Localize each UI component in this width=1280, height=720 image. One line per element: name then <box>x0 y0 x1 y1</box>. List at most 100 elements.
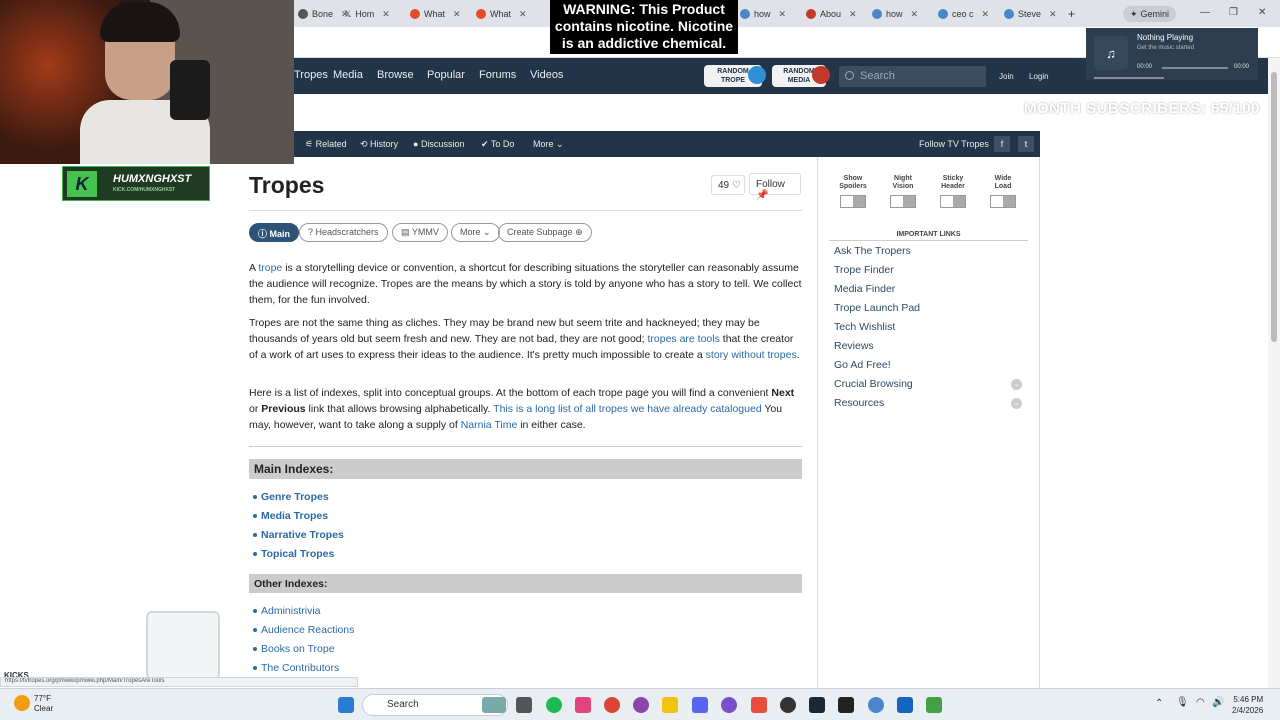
nav-tropes[interactable]: Tropes <box>294 69 328 81</box>
chrome-icon[interactable] <box>868 697 884 713</box>
browser-tab[interactable]: ceo c ✕ <box>934 4 993 24</box>
close-icon[interactable]: ✕ <box>453 9 461 20</box>
weather-widget[interactable]: 77°F Clear <box>34 694 53 714</box>
create-subpage-button[interactable]: Create Subpage ⊕ <box>498 223 592 242</box>
close-icon[interactable]: ✕ <box>519 9 527 20</box>
terminal-icon[interactable] <box>838 697 854 713</box>
browser-tab[interactable]: What ✕ <box>406 4 465 24</box>
close-icon[interactable]: ✕ <box>779 9 787 20</box>
close-icon[interactable]: ✕ <box>849 9 857 20</box>
list-item[interactable]: Topical Tropes <box>253 548 334 560</box>
follow-page-button[interactable]: Follow 📌 <box>749 173 801 201</box>
close-icon[interactable]: ✕ <box>382 9 390 20</box>
chrome-icon[interactable] <box>604 697 620 713</box>
trope-link[interactable]: trope <box>258 262 282 274</box>
spotify-icon[interactable] <box>546 697 562 713</box>
sidebar-link-reviews[interactable]: Reviews <box>834 340 874 352</box>
gemini-button[interactable]: ✦ Gemini <box>1123 6 1177 22</box>
twitter-icon[interactable]: t <box>1018 136 1034 152</box>
list-item[interactable]: Narrative Tropes <box>253 529 344 541</box>
clock[interactable]: 5:46 PM 2/4/2026 <box>1232 694 1263 716</box>
tab-ymmv[interactable]: ▤ YMMV <box>392 223 448 242</box>
nav-browse[interactable]: Browse <box>377 69 414 81</box>
task-view-icon[interactable] <box>516 697 532 713</box>
sidebar-link-tech-wishlist[interactable]: Tech Wishlist <box>834 321 895 333</box>
sidebar-link-media-finder[interactable]: Media Finder <box>834 283 895 295</box>
list-item[interactable]: Audience Reactions <box>253 624 354 636</box>
close-icon[interactable]: ✕ <box>982 9 990 20</box>
app-icon[interactable] <box>721 697 737 713</box>
close-icon[interactable]: ✕ <box>911 9 919 20</box>
app-icon[interactable] <box>633 697 649 713</box>
sidebar-link-ask-the-tropers[interactable]: Ask The Tropers <box>834 245 911 257</box>
tropes-are-tools-link[interactable]: tropes are tools <box>647 333 719 345</box>
browser-tab[interactable]: What ✕ <box>472 4 531 24</box>
folder-icon[interactable] <box>662 697 678 713</box>
music-icon[interactable] <box>575 697 591 713</box>
nav-forums[interactable]: Forums <box>479 69 516 81</box>
chevron-up-icon[interactable]: ⌃ <box>1155 698 1163 709</box>
related-button[interactable]: ⚟ Related <box>305 139 347 150</box>
join-link[interactable]: Join <box>999 72 1014 81</box>
narnia-time-link[interactable]: Narnia Time <box>461 419 518 431</box>
app-icon[interactable] <box>780 697 796 713</box>
scrollbar[interactable] <box>1268 58 1280 688</box>
close-icon[interactable]: ✕ <box>1049 9 1057 20</box>
story-without-tropes-link[interactable]: story without tropes <box>706 349 797 361</box>
sidebar-link-go-ad-free[interactable]: Go Ad Free! <box>834 359 891 371</box>
browser-tab[interactable]: Abou ✕ <box>802 4 861 24</box>
browser-tab[interactable]: 𝕏 Hom ✕ <box>340 4 394 24</box>
scrollbar-thumb[interactable] <box>1271 72 1277 342</box>
toggle-wide-load[interactable]: Wide Load <box>988 175 1018 208</box>
maximize-icon[interactable]: ❐ <box>1229 7 1238 18</box>
sidebar-link-resources[interactable]: Resources <box>834 397 884 409</box>
plus-circle-icon: ⊕ <box>575 227 583 237</box>
tab-headscratchers[interactable]: ? Headscratchers <box>299 223 388 242</box>
list-item[interactable]: The Contributors <box>253 662 339 674</box>
site-search-input[interactable]: Search <box>839 66 986 87</box>
random-media-button[interactable]: RANDOM MEDIA <box>772 65 830 87</box>
toggle-show-spoilers[interactable]: Show Spoilers <box>838 175 868 208</box>
tab-main[interactable]: ⓘ Main <box>249 223 300 242</box>
nav-popular[interactable]: Popular <box>427 69 465 81</box>
favorite-count-button[interactable]: 49 ♡ <box>711 175 745 195</box>
nav-media[interactable]: Media <box>333 69 363 81</box>
login-link[interactable]: Login <box>1029 72 1049 81</box>
list-item[interactable]: Administrivia <box>253 605 321 617</box>
browser-tab[interactable]: how ✕ <box>868 4 922 24</box>
more-subpages-button[interactable]: More ⌄ <box>451 223 500 242</box>
more-menu-button[interactable]: More ⌄ <box>533 139 564 150</box>
browser-tab[interactable]: Steve ✕ <box>1000 4 1061 24</box>
toggle-night-vision[interactable]: Night Vision <box>888 175 918 208</box>
minimize-icon[interactable]: — <box>1200 7 1210 18</box>
list-item[interactable]: Books on Trope <box>253 643 335 655</box>
sidebar-link-crucial-browsing[interactable]: Crucial Browsing <box>834 378 913 390</box>
discussion-button[interactable]: ● Discussion <box>413 139 464 149</box>
volume-icon[interactable]: 🔊 <box>1212 697 1224 708</box>
toggle-sticky-header[interactable]: Sticky Header <box>938 175 968 208</box>
app-icon[interactable] <box>926 697 942 713</box>
new-tab-button[interactable]: + <box>1064 4 1079 24</box>
expand-icon[interactable]: ⌄ <box>1011 398 1022 409</box>
sidebar-link-trope-finder[interactable]: Trope Finder <box>834 264 894 276</box>
random-trope-button[interactable]: RANDOM TROPE <box>704 65 766 87</box>
close-window-icon[interactable]: ✕ <box>1258 7 1266 18</box>
all-tropes-link[interactable]: This is a long list of all tropes we hav… <box>493 403 761 415</box>
nav-videos[interactable]: Videos <box>530 69 563 81</box>
steam-icon[interactable] <box>809 697 825 713</box>
windows-start-icon[interactable] <box>338 697 354 713</box>
wifi-icon[interactable]: ◠ <box>1196 697 1205 708</box>
expand-icon[interactable]: ⌄ <box>1011 379 1022 390</box>
list-item[interactable]: Media Tropes <box>253 510 328 522</box>
microphone-icon[interactable]: 🎙 <box>1176 697 1189 708</box>
history-button[interactable]: ⟲ History <box>360 139 398 150</box>
browser-tab[interactable]: how ✕ <box>736 4 790 24</box>
list-item[interactable]: Genre Tropes <box>253 491 329 503</box>
app-icon[interactable] <box>897 697 913 713</box>
facebook-icon[interactable]: f <box>994 136 1010 152</box>
sidebar-link-trope-launch-pad[interactable]: Trope Launch Pad <box>834 302 920 314</box>
widget-icon[interactable] <box>482 697 506 713</box>
todo-button[interactable]: ✔ To Do <box>481 139 514 150</box>
discord-icon[interactable] <box>692 697 708 713</box>
app-icon[interactable] <box>751 697 767 713</box>
